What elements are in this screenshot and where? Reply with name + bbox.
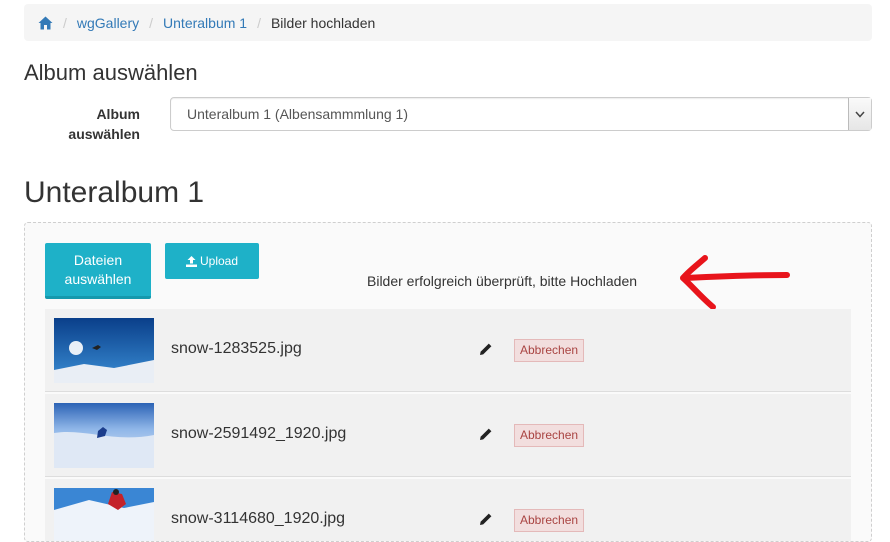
breadcrumb-separator: / bbox=[257, 14, 261, 31]
file-name: snow-2591492_1920.jpg bbox=[171, 425, 347, 442]
upload-button[interactable]: Upload bbox=[165, 243, 259, 279]
breadcrumb-link-unteralbum[interactable]: Unteralbum 1 bbox=[163, 15, 247, 31]
file-list: snow-1283525.jpg Abbrechen snow-2591492_… bbox=[45, 309, 851, 541]
file-thumbnail bbox=[54, 488, 154, 541]
pencil-icon[interactable] bbox=[479, 512, 493, 531]
breadcrumb-separator: / bbox=[149, 14, 154, 31]
home-icon[interactable] bbox=[38, 16, 53, 30]
file-row: snow-3114680_1920.jpg Abbrechen bbox=[45, 479, 851, 541]
album-select-value: Unteralbum 1 (Albensammmlung 1) bbox=[187, 106, 408, 122]
upload-label: Upload bbox=[199, 254, 239, 268]
file-row: snow-2591492_1920.jpg Abbrechen bbox=[45, 394, 851, 477]
pencil-icon[interactable] bbox=[479, 427, 493, 446]
cancel-button[interactable]: Abbrechen bbox=[514, 424, 585, 447]
pencil-icon[interactable] bbox=[479, 342, 493, 361]
chevron-down-icon[interactable] bbox=[848, 98, 871, 130]
status-message: Bilder erfolgreich überprüft, bitte Hoch… bbox=[367, 273, 638, 289]
album-select-heading: Album auswählen bbox=[24, 60, 198, 85]
breadcrumb-link-wggallery[interactable]: wgGallery bbox=[77, 15, 139, 31]
breadcrumb-separator: / bbox=[63, 14, 67, 31]
red-arrow-annotation bbox=[680, 255, 790, 310]
file-row: snow-1283525.jpg Abbrechen bbox=[45, 309, 851, 392]
breadcrumb-current: Bilder hochladen bbox=[270, 14, 376, 31]
cancel-button[interactable]: Abbrechen bbox=[514, 339, 585, 362]
upload-dropzone[interactable]: Dateien auswählen Upload Bilder erfolgre… bbox=[24, 222, 872, 542]
cancel-button[interactable]: Abbrechen bbox=[514, 509, 585, 532]
breadcrumb: / wgGallery / Unteralbum 1 / Bilder hoch… bbox=[24, 4, 872, 41]
file-thumbnail bbox=[54, 318, 154, 383]
file-name: snow-1283525.jpg bbox=[171, 340, 302, 357]
file-name: snow-3114680_1920.jpg bbox=[171, 510, 346, 527]
album-select-label: Album auswählen bbox=[68, 106, 140, 142]
page-title: Unteralbum 1 bbox=[24, 176, 205, 209]
upload-icon bbox=[185, 255, 197, 267]
choose-files-label: Dateien auswählen bbox=[64, 251, 132, 287]
album-select[interactable]: Unteralbum 1 (Albensammmlung 1) bbox=[170, 97, 872, 131]
choose-files-button[interactable]: Dateien auswählen bbox=[45, 243, 151, 299]
file-thumbnail bbox=[54, 403, 154, 468]
